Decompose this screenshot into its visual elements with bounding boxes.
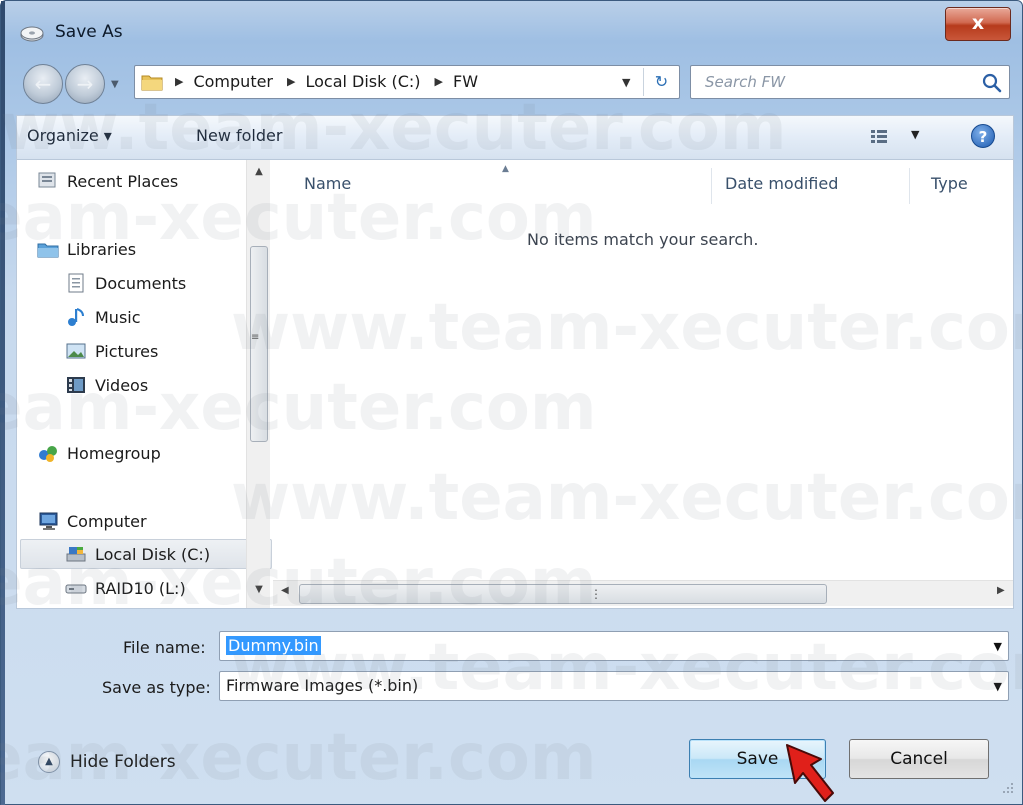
breadcrumb-separator-icon[interactable]: ▶ xyxy=(175,75,183,88)
file-list-horizontal-scrollbar[interactable]: ◀ ⋮ ▶ xyxy=(273,580,1013,606)
cancel-button[interactable]: Cancel xyxy=(849,739,989,779)
navigation-pane: Recent Places Libraries Documents Music … xyxy=(17,160,273,608)
recent-places-icon xyxy=(38,172,56,188)
breadcrumb-separator-icon[interactable]: ▶ xyxy=(287,75,295,88)
chevron-down-icon[interactable]: ▼ xyxy=(994,640,1002,653)
command-bar: Organize ▾ New folder ▼ ? xyxy=(16,115,1014,159)
nav-item-label: Homegroup xyxy=(67,443,161,463)
chevron-up-icon: ▲ xyxy=(38,751,60,773)
save-as-icon xyxy=(20,26,44,42)
pictures-icon xyxy=(66,343,86,359)
close-button[interactable]: x xyxy=(945,7,1011,41)
hide-folders-label: Hide Folders xyxy=(70,752,176,772)
breadcrumb-item-computer[interactable]: Computer xyxy=(193,72,273,91)
resize-grip-icon[interactable] xyxy=(1001,781,1015,795)
save-as-type-value: Firmware Images (*.bin) xyxy=(226,676,419,695)
videos-icon xyxy=(67,377,85,393)
nav-item-pictures[interactable]: Pictures xyxy=(65,336,158,366)
nav-item-recent-places[interactable]: Recent Places xyxy=(37,166,178,196)
nav-item-homegroup[interactable]: Homegroup xyxy=(37,438,161,468)
nav-item-label: Recent Places xyxy=(67,171,179,191)
window-title: Save As xyxy=(55,22,123,42)
drive-icon xyxy=(65,584,87,594)
save-as-type-label: Save as type: xyxy=(102,678,211,697)
nav-item-label: Music xyxy=(95,307,141,327)
breadcrumb: ▶ Computer ▶ Local Disk (C:) ▶ FW xyxy=(175,72,492,91)
organize-button[interactable]: Organize ▾ xyxy=(27,126,112,145)
nav-item-label: Local Disk (C:) xyxy=(95,544,211,564)
forward-arrow-icon: → xyxy=(76,72,94,96)
file-name-label: File name: xyxy=(123,638,206,657)
breadcrumb-item-fw[interactable]: FW xyxy=(453,72,478,91)
content-panes: Recent Places Libraries Documents Music … xyxy=(16,159,1014,609)
breadcrumb-item-local-disk[interactable]: Local Disk (C:) xyxy=(305,72,420,91)
folder-icon xyxy=(141,75,163,91)
nav-item-local-disk[interactable]: Local Disk (C:) xyxy=(20,539,272,569)
pointer-arrow-icon xyxy=(786,744,834,802)
hide-folders-button[interactable]: ▲ Hide Folders xyxy=(38,751,176,773)
back-arrow-icon: ← xyxy=(34,72,52,96)
chevron-down-icon[interactable]: ▼ xyxy=(994,680,1002,693)
refresh-icon[interactable]: ↻ xyxy=(643,68,679,96)
scroll-left-icon[interactable]: ◀ xyxy=(281,585,289,596)
sort-arrow-icon: ▲ xyxy=(502,164,509,174)
new-folder-button[interactable]: New folder xyxy=(196,126,282,145)
search-icon[interactable] xyxy=(981,72,1003,94)
column-header-date-modified[interactable]: Date modified xyxy=(725,160,838,208)
nav-item-label: RAID10 (L:) xyxy=(95,578,186,598)
title-bar[interactable]: Save As x xyxy=(1,1,1023,61)
address-bar[interactable]: ▶ Computer ▶ Local Disk (C:) ▶ FW ▼ ↻ xyxy=(134,65,680,99)
file-list: ▲ Name Date modified Type No items match… xyxy=(273,160,1013,608)
local-disk-icon xyxy=(66,547,86,562)
navigation-scrollbar[interactable]: ▲ ≡ ▼ xyxy=(246,160,270,608)
search-placeholder: Search FW xyxy=(705,73,786,91)
homegroup-icon xyxy=(39,446,57,462)
breadcrumb-separator-icon[interactable]: ▶ xyxy=(435,75,443,88)
column-header-name[interactable]: Name xyxy=(304,160,351,208)
documents-icon xyxy=(68,273,84,293)
column-divider[interactable] xyxy=(711,168,712,204)
scroll-grip-icon: ⋮ xyxy=(590,587,602,601)
help-button[interactable]: ? xyxy=(971,124,995,148)
libraries-icon xyxy=(37,243,59,258)
search-input[interactable]: Search FW xyxy=(690,65,1010,99)
nav-item-videos[interactable]: Videos xyxy=(65,370,148,400)
address-dropdown-icon[interactable]: ▼ xyxy=(622,76,630,89)
nav-item-computer[interactable]: Computer xyxy=(37,506,147,536)
view-dropdown-icon[interactable]: ▼ xyxy=(911,128,919,141)
scroll-thumb[interactable] xyxy=(250,246,268,442)
scroll-up-icon[interactable]: ▲ xyxy=(247,166,271,177)
recent-pages-dropdown[interactable]: ▼ xyxy=(111,79,125,91)
window-edge xyxy=(1,1,5,805)
nav-item-raid10[interactable]: RAID10 (L:) xyxy=(65,573,186,603)
view-options-icon[interactable] xyxy=(867,126,907,148)
empty-list-message: No items match your search. xyxy=(527,230,759,249)
scroll-thumb[interactable]: ⋮ xyxy=(299,584,827,604)
file-name-value[interactable]: Dummy.bin xyxy=(226,636,321,655)
column-divider[interactable] xyxy=(909,168,910,204)
nav-item-label: Computer xyxy=(67,511,147,531)
scroll-down-icon[interactable]: ▼ xyxy=(247,584,271,595)
nav-item-libraries[interactable]: Libraries xyxy=(37,234,136,264)
music-icon xyxy=(68,308,84,326)
scroll-grip-icon: ≡ xyxy=(251,332,260,343)
nav-item-label: Documents xyxy=(95,273,187,293)
scroll-right-icon[interactable]: ▶ xyxy=(997,585,1005,596)
nav-item-documents[interactable]: Documents xyxy=(65,268,186,298)
nav-item-music[interactable]: Music xyxy=(65,302,141,332)
nav-item-label: Videos xyxy=(95,375,149,395)
save-as-dialog: Save As x ← → ▼ ▶ Computer ▶ Local Disk … xyxy=(0,0,1023,805)
forward-button[interactable]: → xyxy=(65,64,105,104)
file-name-field[interactable]: Dummy.bin ▼ xyxy=(219,631,1009,661)
back-button[interactable]: ← xyxy=(23,64,63,104)
column-header-type[interactable]: Type xyxy=(931,160,968,208)
nav-item-label: Libraries xyxy=(67,239,137,259)
nav-item-label: Pictures xyxy=(95,341,159,361)
computer-icon xyxy=(39,512,58,530)
save-as-type-select[interactable]: Firmware Images (*.bin) ▼ xyxy=(219,671,1009,701)
